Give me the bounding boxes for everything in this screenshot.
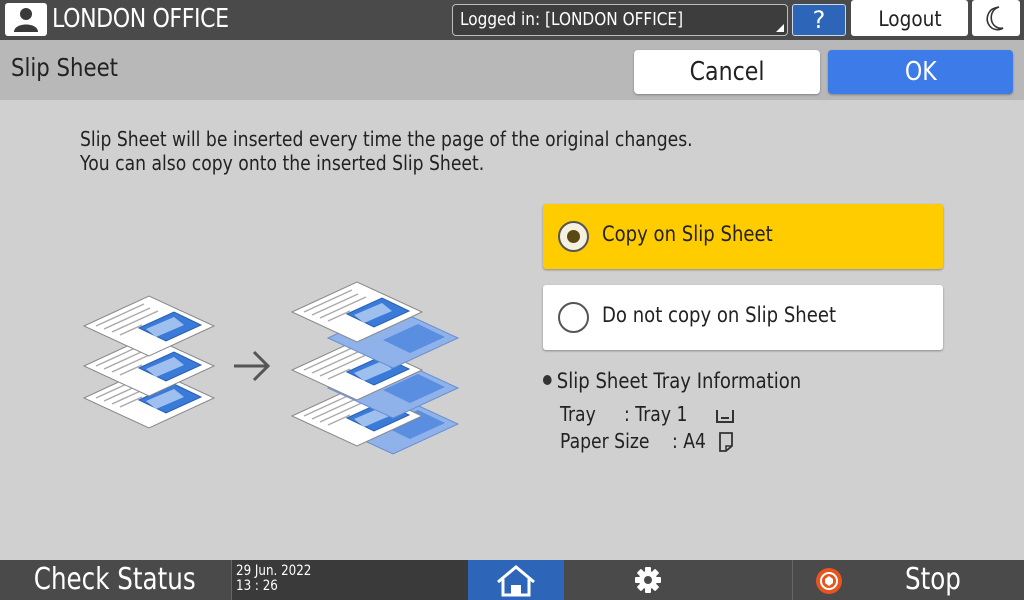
- tray-icon: [716, 410, 734, 423]
- original-pages-stack: [83, 295, 215, 429]
- time: 13 : 26: [236, 578, 278, 594]
- stop-label: Stop: [905, 562, 961, 597]
- bottom-bar: Check Status 29 Jun. 2022 13 : 26 Stop: [0, 560, 1024, 600]
- option-copy-on-slip-sheet[interactable]: Copy on Slip Sheet: [543, 204, 943, 269]
- cancel-label: Cancel: [689, 57, 765, 87]
- arrow-right-icon: [234, 350, 271, 382]
- tray-info-title-text: Slip Sheet Tray Information: [556, 369, 802, 393]
- stop-icon: [816, 568, 842, 594]
- option-do-not-copy-on-slip-sheet[interactable]: Do not copy on Slip Sheet: [543, 285, 943, 350]
- paper-size-value: : A4: [672, 429, 706, 453]
- settings-button[interactable]: [564, 560, 792, 600]
- date-time: 29 Jun. 2022 13 : 26: [231, 560, 468, 600]
- check-status-label: Check Status: [34, 562, 196, 597]
- paper-icon: [719, 432, 733, 452]
- tray-label: Tray: [560, 402, 596, 426]
- date: 29 Jun. 2022: [236, 563, 312, 579]
- home-button[interactable]: [468, 560, 564, 600]
- check-status-button[interactable]: Check Status: [0, 560, 230, 600]
- page-title: Slip Sheet: [11, 53, 118, 82]
- login-status-text: Logged in: [LONDON OFFICE]: [460, 9, 684, 30]
- user-icon[interactable]: [5, 3, 47, 36]
- tray-info-title: Slip Sheet Tray Information: [543, 369, 801, 393]
- radio-unselected-icon: [558, 302, 589, 333]
- option-label: Do not copy on Slip Sheet: [602, 303, 837, 327]
- option-label: Copy on Slip Sheet: [602, 222, 773, 246]
- gear-icon: [635, 567, 661, 593]
- office-name: LONDON OFFICE: [52, 4, 229, 34]
- ok-label: OK: [904, 57, 937, 87]
- paper-size-row: Paper Size : A4: [560, 429, 733, 453]
- title-bar: Slip Sheet Cancel OK: [0, 40, 1024, 100]
- logout-button[interactable]: Logout: [851, 0, 968, 36]
- paper-size-label: Paper Size: [560, 429, 650, 453]
- description-text: Slip Sheet will be inserted every time t…: [80, 127, 693, 175]
- cancel-button[interactable]: Cancel: [634, 50, 820, 94]
- night-mode-button[interactable]: [972, 0, 1020, 36]
- stop-button[interactable]: Stop: [792, 560, 1024, 600]
- copied-pages-stack: [291, 281, 459, 455]
- ok-button[interactable]: OK: [828, 50, 1013, 94]
- app-root: LONDON OFFICE Logged in: [LONDON OFFICE]…: [0, 0, 1024, 600]
- home-icon: [497, 565, 535, 597]
- help-button[interactable]: ?: [792, 4, 846, 36]
- top-bar: LONDON OFFICE Logged in: [LONDON OFFICE]…: [0, 0, 1024, 40]
- description-line-2: You can also copy onto the inserted Slip…: [80, 151, 485, 175]
- slip-sheet-illustration: [83, 281, 459, 455]
- dropdown-corner-icon: [776, 24, 784, 32]
- moon-icon: [986, 6, 1004, 31]
- tray-row: Tray : Tray 1: [560, 402, 734, 426]
- bullet-icon: [543, 375, 552, 385]
- login-status-dropdown[interactable]: Logged in: [LONDON OFFICE]: [452, 4, 788, 36]
- tray-value: : Tray 1: [624, 402, 688, 426]
- radio-selected-icon: [558, 221, 589, 252]
- description-line-1: Slip Sheet will be inserted every time t…: [80, 127, 693, 151]
- logout-label: Logout: [877, 7, 942, 31]
